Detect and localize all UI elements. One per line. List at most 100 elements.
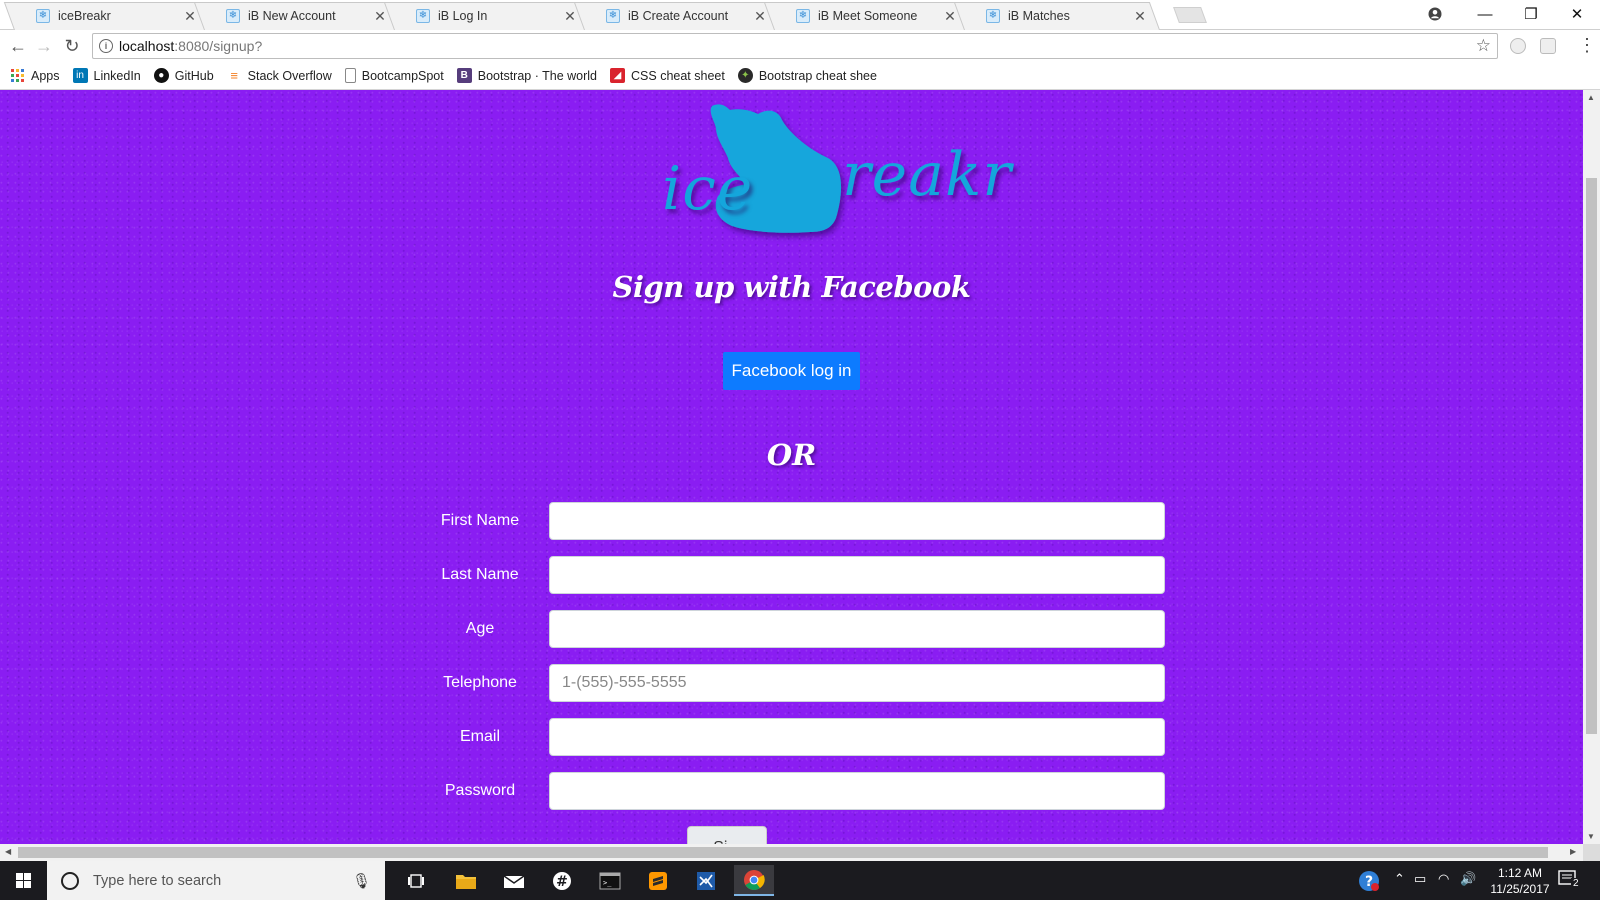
bookmark-label: BootcampSpot bbox=[361, 68, 444, 83]
system-clock[interactable]: 1:12 AM 11/25/2017 bbox=[1480, 865, 1560, 897]
password-input[interactable] bbox=[549, 772, 1165, 810]
scroll-down-arrow-icon[interactable]: ▼ bbox=[1587, 832, 1595, 841]
clock-date: 11/25/2017 bbox=[1490, 882, 1550, 896]
tab-ib-log-in[interactable]: ❄ iB Log In ✕ bbox=[394, 2, 590, 30]
windows-start-button[interactable] bbox=[0, 861, 46, 900]
password-row: Password bbox=[410, 772, 1165, 810]
restore-button[interactable]: ❐ bbox=[1508, 0, 1554, 28]
css-icon: ◢ bbox=[610, 68, 626, 83]
snowflake-favicon-icon: ❄ bbox=[796, 9, 810, 23]
last-name-input[interactable] bbox=[549, 556, 1165, 594]
bookmark-github[interactable]: ● GitHub bbox=[153, 68, 214, 83]
first-name-input[interactable] bbox=[549, 502, 1165, 540]
scroll-left-arrow-icon[interactable]: ◀ bbox=[5, 847, 11, 856]
bookmark-bootstrap[interactable]: B Bootstrap · The world bbox=[456, 68, 598, 83]
show-hidden-icons-icon[interactable]: ⌃ bbox=[1394, 871, 1405, 887]
vertical-scrollbar[interactable]: ▲ ▼ bbox=[1583, 90, 1600, 844]
tab-title: iB Create Account bbox=[628, 9, 729, 23]
email-input[interactable] bbox=[549, 718, 1165, 756]
search-placeholder: Type here to search bbox=[93, 872, 222, 889]
windows-logo-icon bbox=[15, 873, 31, 888]
forward-arrow-icon[interactable]: → bbox=[32, 34, 56, 58]
telephone-row: Telephone bbox=[410, 664, 1165, 702]
terminal-icon[interactable]: >_ bbox=[590, 865, 630, 896]
tab-ib-new-account[interactable]: ❄ iB New Account ✕ bbox=[204, 2, 400, 30]
facebook-login-button[interactable]: Facebook log in bbox=[723, 352, 860, 390]
email-label: Email bbox=[459, 728, 500, 745]
menu-dots-icon[interactable]: ⋮ bbox=[1578, 35, 1596, 56]
tab-icebreakr[interactable]: ❄ iceBreakr ✕ bbox=[14, 2, 210, 30]
chrome-icon[interactable] bbox=[734, 865, 774, 896]
profile-icon[interactable] bbox=[1412, 0, 1458, 28]
windows-taskbar: Type here to search 🎙 # >_ ? ⌃ ▭ ◠ 🔊 1:1… bbox=[0, 861, 1600, 900]
linkedin-icon: in bbox=[72, 68, 88, 83]
password-label: Password bbox=[444, 782, 516, 799]
bookmark-bootstrap-cheat-sheet[interactable]: ✦ Bootstrap cheat shee bbox=[737, 68, 877, 83]
tab-strip: ❄ iceBreakr ✕ ❄ iB New Account ✕ ❄ iB Lo… bbox=[0, 0, 1600, 30]
extension-shield-icon[interactable] bbox=[1540, 38, 1556, 54]
file-explorer-icon[interactable] bbox=[446, 865, 486, 896]
action-center-icon[interactable]: 2 bbox=[1558, 869, 1581, 894]
visual-studio-code-icon[interactable] bbox=[686, 865, 726, 896]
scroll-up-arrow-icon[interactable]: ▲ bbox=[1587, 93, 1595, 102]
battery-icon[interactable]: ▭ bbox=[1414, 871, 1426, 887]
bookmark-css-cheat-sheet[interactable]: ◢ CSS cheat sheet bbox=[610, 68, 725, 83]
volume-icon[interactable]: 🔊 bbox=[1460, 871, 1476, 887]
address-bar[interactable]: i localhost:8080/signup? ☆ bbox=[92, 33, 1498, 59]
tab-ib-meet-someone[interactable]: ❄ iB Meet Someone ✕ bbox=[774, 2, 970, 30]
tab-close-icon[interactable]: ✕ bbox=[372, 8, 388, 25]
back-arrow-icon[interactable]: ← bbox=[6, 34, 30, 58]
sublime-text-icon[interactable] bbox=[638, 865, 678, 896]
reload-icon[interactable]: ↻ bbox=[60, 34, 84, 58]
url-path: :8080/signup? bbox=[174, 38, 263, 54]
bookmark-star-icon[interactable]: ☆ bbox=[1476, 36, 1491, 56]
wifi-icon[interactable]: ◠ bbox=[1438, 871, 1449, 887]
logo-text-reakr: reakr bbox=[842, 140, 1012, 210]
age-input[interactable] bbox=[549, 610, 1165, 648]
bookmark-stackoverflow[interactable]: ≡ Stack Overflow bbox=[227, 68, 331, 83]
bookmark-label: CSS cheat sheet bbox=[631, 68, 725, 83]
tab-close-icon[interactable]: ✕ bbox=[1132, 8, 1148, 25]
icebreakr-logo: ice reakr bbox=[660, 98, 1020, 248]
page-viewport: ice reakr Sign up with Facebook Facebook… bbox=[0, 90, 1583, 844]
telephone-input[interactable] bbox=[549, 664, 1165, 702]
vertical-scroll-thumb[interactable] bbox=[1586, 178, 1597, 734]
scrollbar-corner bbox=[1583, 844, 1600, 861]
tab-ib-matches[interactable]: ❄ iB Matches ✕ bbox=[964, 2, 1160, 30]
taskbar-search-box[interactable]: Type here to search 🎙 bbox=[47, 861, 385, 900]
tab-close-icon[interactable]: ✕ bbox=[562, 8, 578, 25]
tab-close-icon[interactable]: ✕ bbox=[942, 8, 958, 25]
slack-icon[interactable]: # bbox=[542, 865, 582, 896]
mail-icon[interactable] bbox=[494, 865, 534, 896]
scroll-right-arrow-icon[interactable]: ▶ bbox=[1570, 847, 1576, 856]
tab-close-icon[interactable]: ✕ bbox=[182, 8, 198, 25]
task-view-icon[interactable] bbox=[396, 865, 436, 896]
tab-ib-create-account[interactable]: ❄ iB Create Account ✕ bbox=[584, 2, 780, 30]
email-row: Email bbox=[410, 718, 1165, 756]
age-label: Age bbox=[465, 620, 495, 637]
bookmark-bootcampspot[interactable]: BootcampSpot bbox=[344, 68, 444, 83]
horizontal-scroll-thumb[interactable] bbox=[18, 847, 1548, 858]
bootstrap-icon: B bbox=[456, 68, 472, 83]
snowflake-favicon-icon: ❄ bbox=[226, 9, 240, 23]
tab-close-icon[interactable]: ✕ bbox=[752, 8, 768, 25]
info-icon[interactable]: i bbox=[99, 39, 113, 53]
bookmark-apps[interactable]: Apps bbox=[10, 68, 60, 83]
github-icon: ● bbox=[153, 68, 169, 83]
help-icon[interactable]: ? bbox=[1358, 870, 1380, 895]
tab-title: iB New Account bbox=[248, 9, 336, 23]
first-name-label: First Name bbox=[440, 512, 520, 529]
notification-count: 2 bbox=[1571, 878, 1581, 889]
extension-icon[interactable] bbox=[1510, 38, 1526, 54]
stackoverflow-icon: ≡ bbox=[230, 68, 238, 83]
sign-up-submit-button[interactable]: Si... bbox=[687, 826, 767, 844]
new-tab-button[interactable] bbox=[1173, 7, 1207, 23]
bookmark-linkedin[interactable]: in LinkedIn bbox=[72, 68, 141, 83]
bookmark-label: Bootstrap · The world bbox=[477, 68, 598, 83]
url-host: localhost bbox=[119, 38, 175, 54]
horizontal-scrollbar[interactable]: ◀ ▶ bbox=[0, 844, 1583, 861]
minimize-button[interactable]: — bbox=[1462, 0, 1508, 28]
microphone-icon[interactable]: 🎙 bbox=[352, 872, 371, 890]
close-window-button[interactable]: ✕ bbox=[1554, 0, 1600, 28]
first-name-row: First Name bbox=[410, 502, 1165, 540]
